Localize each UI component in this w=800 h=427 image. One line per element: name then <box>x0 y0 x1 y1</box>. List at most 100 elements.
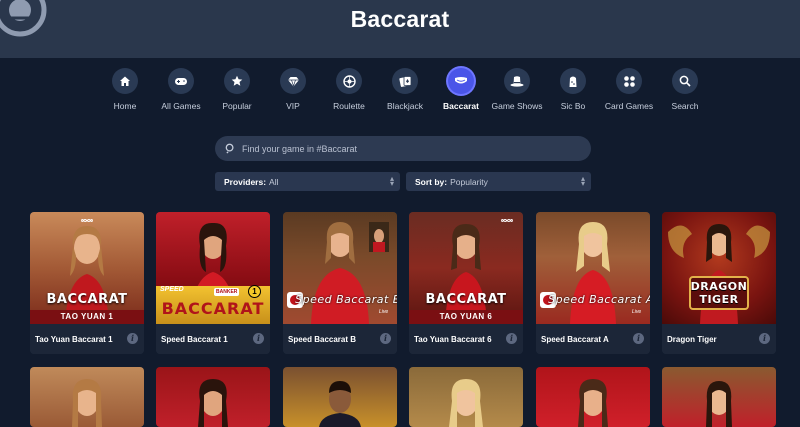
info-icon[interactable]: i <box>253 333 264 344</box>
nav-label: Baccarat <box>443 101 479 111</box>
dealer-image <box>65 226 109 324</box>
nav-label: Blackjack <box>387 101 423 111</box>
nav-blackjack[interactable]: Blackjack <box>375 68 435 120</box>
game-logo: Speed Baccarat B <box>295 293 397 306</box>
infinity-icon <box>81 219 93 222</box>
category-nav: Home All Games Popular VIP Roulette Blac… <box>108 68 708 120</box>
game-name: Speed Baccarat A <box>541 334 609 344</box>
diamond-icon <box>280 68 306 94</box>
game-thumbnail: BACCARAT TAO YUAN 1 <box>30 212 144 324</box>
nav-all-games[interactable]: All Games <box>151 68 211 120</box>
top-hat-icon <box>504 68 530 94</box>
nav-vip[interactable]: VIP <box>263 68 323 120</box>
nav-card-games[interactable]: Card Games <box>599 68 659 120</box>
nav-popular[interactable]: Popular <box>207 68 267 120</box>
game-name-bar: Tao Yuan Baccarat 1 i <box>30 324 144 354</box>
dealer-image <box>72 379 102 427</box>
nav-roulette[interactable]: Roulette <box>319 68 379 120</box>
info-icon[interactable]: i <box>633 333 644 344</box>
game-card[interactable] <box>156 367 270 427</box>
nav-baccarat[interactable]: Baccarat <box>431 68 491 120</box>
providers-filter[interactable]: Providers: All ▴ ▾ <box>215 172 400 191</box>
game-thumbnail: BACCARAT TAO YUAN 6 <box>409 212 523 324</box>
search-icon <box>672 68 698 94</box>
live-tag: Live <box>632 309 642 315</box>
nav-label: Popular <box>222 101 252 111</box>
home-icon <box>112 68 138 94</box>
providers-value: All <box>269 176 279 187</box>
game-logo-line2: TIGER <box>699 293 739 306</box>
game-name: Tao Yuan Baccarat 6 <box>414 334 492 344</box>
game-card[interactable]: SPEED BANKER 1 BACCARAT Speed Baccarat 1… <box>156 212 270 354</box>
info-icon[interactable]: i <box>127 333 138 344</box>
chevron-updown-icon: ▴ ▾ <box>580 174 585 188</box>
nav-label: Roulette <box>333 101 365 111</box>
game-name-bar: Speed Baccarat 1 i <box>156 324 270 354</box>
game-logo-sub: TAO YUAN 1 <box>30 310 144 324</box>
game-logo: DRAGON <box>690 280 748 293</box>
nav-search[interactable]: Search <box>655 68 715 120</box>
game-logo: BACCARAT <box>46 292 128 307</box>
banker-badge: BANKER <box>214 288 240 296</box>
gamepad-icon <box>168 68 194 94</box>
cards-icon <box>392 68 418 94</box>
sort-filter[interactable]: Sort by: Popularity ▴ ▾ <box>406 172 591 191</box>
dealer-image <box>445 224 487 324</box>
game-name: Speed Baccarat B <box>288 334 357 344</box>
search-icon <box>225 143 234 154</box>
number-badge: 1 <box>248 285 261 298</box>
dice-cup-icon <box>560 68 586 94</box>
game-search-bar[interactable] <box>215 136 591 161</box>
game-logo-prefix: SPEED <box>160 286 184 293</box>
dealer-image <box>319 381 361 427</box>
nav-label: All Games <box>161 101 201 111</box>
game-logo-sub: TAO YUAN 6 <box>409 310 523 324</box>
game-name: Tao Yuan Baccarat 1 <box>35 334 113 344</box>
game-logo: BACCARAT <box>161 299 265 318</box>
nav-label: Game Shows <box>491 101 543 111</box>
nav-label: Search <box>671 101 699 111</box>
main-content: Home All Games Popular VIP Roulette Blac… <box>0 58 800 427</box>
nav-sic-bo[interactable]: Sic Bo <box>543 68 603 120</box>
baccarat-icon <box>448 68 474 94</box>
game-card[interactable] <box>536 367 650 427</box>
dealer-image <box>449 379 483 427</box>
sort-value: Popularity <box>450 176 488 187</box>
game-card[interactable] <box>283 367 397 427</box>
nav-home[interactable]: Home <box>95 68 155 120</box>
suits-icon <box>616 68 642 94</box>
nav-label: Home <box>113 101 137 111</box>
game-name-bar: Tao Yuan Baccarat 6 i <box>409 324 523 354</box>
infinity-icon <box>501 219 513 222</box>
game-card[interactable]: Speed Baccarat B Live Speed Baccarat B i <box>283 212 397 354</box>
dealer-image <box>198 379 228 427</box>
info-icon[interactable]: i <box>506 333 517 344</box>
game-thumbnail: DRAGON TIGER <box>662 212 776 324</box>
game-name: Dragon Tiger <box>667 334 717 344</box>
chevron-updown-icon: ▴ ▾ <box>389 174 394 188</box>
game-card[interactable]: BACCARAT TAO YUAN 1 Tao Yuan Baccarat 1 … <box>30 212 144 354</box>
game-card[interactable] <box>409 367 523 427</box>
game-card[interactable]: Speed Baccarat A Live Speed Baccarat A i <box>536 212 650 354</box>
game-card[interactable] <box>662 367 776 427</box>
nav-game-shows[interactable]: Game Shows <box>487 68 547 120</box>
sort-label: Sort by: <box>415 176 448 187</box>
star-icon <box>224 68 250 94</box>
game-card[interactable] <box>30 367 144 427</box>
dealer-image <box>578 379 608 427</box>
game-name-bar: Speed Baccarat A i <box>536 324 650 354</box>
game-name-bar: Dragon Tiger i <box>662 324 776 354</box>
search-input[interactable] <box>242 143 562 154</box>
roulette-icon <box>336 68 362 94</box>
page-title: Baccarat <box>350 6 450 32</box>
info-icon[interactable]: i <box>380 333 391 344</box>
info-icon[interactable]: i <box>759 333 770 344</box>
live-tag: Live <box>379 309 389 315</box>
game-card[interactable]: DRAGON TIGER Dragon Tiger i <box>662 212 776 354</box>
game-card[interactable]: BACCARAT TAO YUAN 6 Tao Yuan Baccarat 6 … <box>409 212 523 354</box>
nav-label: Card Games <box>604 101 654 111</box>
game-name-bar: Speed Baccarat B i <box>283 324 397 354</box>
game-grid-row-2 <box>30 367 778 427</box>
page-header: Baccarat <box>0 0 800 58</box>
nav-label: Sic Bo <box>560 101 586 111</box>
